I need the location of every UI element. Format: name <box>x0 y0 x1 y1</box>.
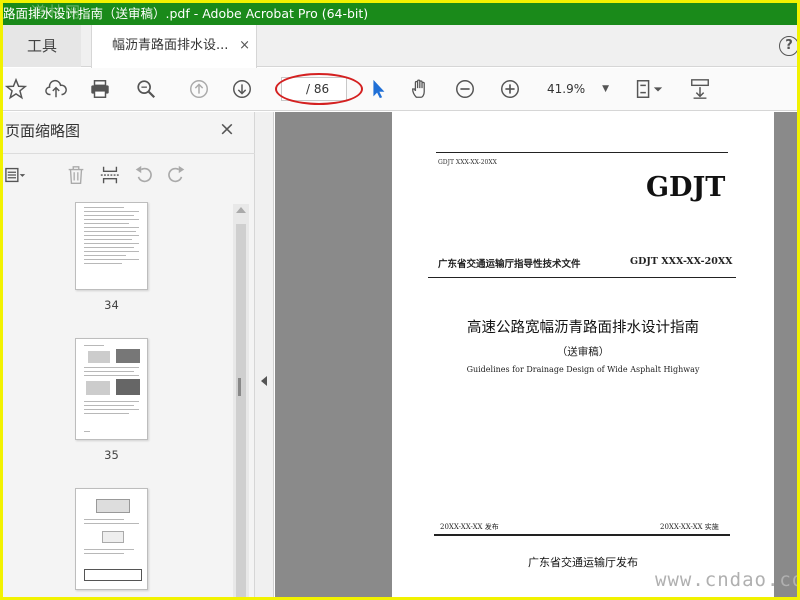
star-icon[interactable] <box>3 76 29 102</box>
tools-tab[interactable]: 工具 <box>3 25 81 67</box>
issuer-text: 广东省交通运输厅指导性技术文件 <box>438 259 581 270</box>
tab-bar: 工具 幅沥青路面排水设... × ? <box>3 25 797 68</box>
options-menu-icon[interactable] <box>3 162 29 188</box>
rotate-right-icon[interactable] <box>163 162 189 188</box>
cloud-upload-icon[interactable] <box>43 76 69 102</box>
publisher-text: 广东省交通运输厅发布 <box>528 556 638 569</box>
thumbnail-list: 34 35 36 <box>3 202 233 597</box>
main-toolbar: / 86 41.9% ▼ <box>3 68 797 111</box>
title-watermark: 道林网 <box>31 3 83 21</box>
document-title: 高速公路宽幅沥青路面排水设计指南 <box>467 320 699 336</box>
close-panel-icon[interactable]: × <box>219 118 235 140</box>
close-tab-icon[interactable]: × <box>239 25 250 67</box>
thumbnails-panel: 页面缩略图 × 34 35 <box>3 112 271 597</box>
zoom-out-icon[interactable] <box>452 76 478 102</box>
document-tab[interactable]: 幅沥青路面排水设... × <box>91 25 257 68</box>
thumbnail-toolbar <box>3 158 255 192</box>
header-rule <box>428 277 736 278</box>
app-window: 路面排水设计指南（送审稿）.pdf - Adobe Acrobat Pro (6… <box>3 3 797 597</box>
page-thumbnail[interactable] <box>75 338 148 440</box>
top-rule <box>436 152 728 153</box>
page-fit-dropdown-icon[interactable] <box>651 76 665 102</box>
zoom-value: 41.9% <box>547 82 586 96</box>
zoom-search-icon[interactable] <box>133 76 159 102</box>
help-icon[interactable]: ? <box>779 36 797 56</box>
pdf-page: GDJT XXX-XX-20XX GDJT 广东省交通运输厅指导性技术文件 GD… <box>392 112 774 597</box>
thumbnail-page-number: 35 <box>104 448 119 462</box>
panel-divider <box>3 153 271 154</box>
english-title: Guidelines for Drainage Design of Wide A… <box>466 365 700 374</box>
page-thumbnail[interactable] <box>75 202 148 290</box>
hand-icon[interactable] <box>407 76 433 102</box>
extract-page-icon[interactable] <box>97 162 123 188</box>
pointer-icon[interactable] <box>365 76 391 102</box>
document-view[interactable]: GDJT XXX-XX-20XX GDJT 广东省交通运输厅指导性技术文件 GD… <box>275 112 797 597</box>
zoom-select[interactable]: 41.9% ▼ <box>541 77 613 101</box>
implementation-date: 20XX-XX-XX 实施 <box>660 523 719 531</box>
red-highlight-circle <box>275 73 363 105</box>
panel-title: 页面缩略图 <box>5 122 81 140</box>
collapse-panel-icon[interactable] <box>261 376 267 386</box>
page-up-icon[interactable] <box>186 76 212 102</box>
rotate-left-icon[interactable] <box>131 162 157 188</box>
logo-text: GDJT <box>646 172 726 203</box>
thumbnail-page-number: 34 <box>104 298 119 312</box>
scrollbar-thumb[interactable] <box>236 224 246 597</box>
page-down-icon[interactable] <box>229 76 255 102</box>
chevron-down-icon: ▼ <box>602 84 609 94</box>
standard-number: GDJT XXX-XX-20XX <box>630 256 733 267</box>
title-bar: 路面排水设计指南（送审稿）.pdf - Adobe Acrobat Pro (6… <box>3 3 797 25</box>
delete-page-icon[interactable] <box>63 162 89 188</box>
footer-rule <box>434 534 730 536</box>
page-thumbnail[interactable] <box>75 488 148 590</box>
zoom-in-icon[interactable] <box>497 76 523 102</box>
site-watermark: www.cndao.co <box>655 569 797 591</box>
panel-splitter[interactable] <box>238 112 274 597</box>
scroll-up-arrow-icon[interactable] <box>236 207 246 213</box>
standard-code-small: GDJT XXX-XX-20XX <box>438 159 497 166</box>
resize-grip[interactable] <box>238 378 241 396</box>
document-subtitle: （送审稿） <box>556 346 610 358</box>
scroll-mode-icon[interactable] <box>687 76 713 102</box>
print-icon[interactable] <box>87 76 113 102</box>
document-tab-label: 幅沥青路面排水设... <box>112 38 229 53</box>
issue-date: 20XX-XX-XX 发布 <box>440 523 499 531</box>
